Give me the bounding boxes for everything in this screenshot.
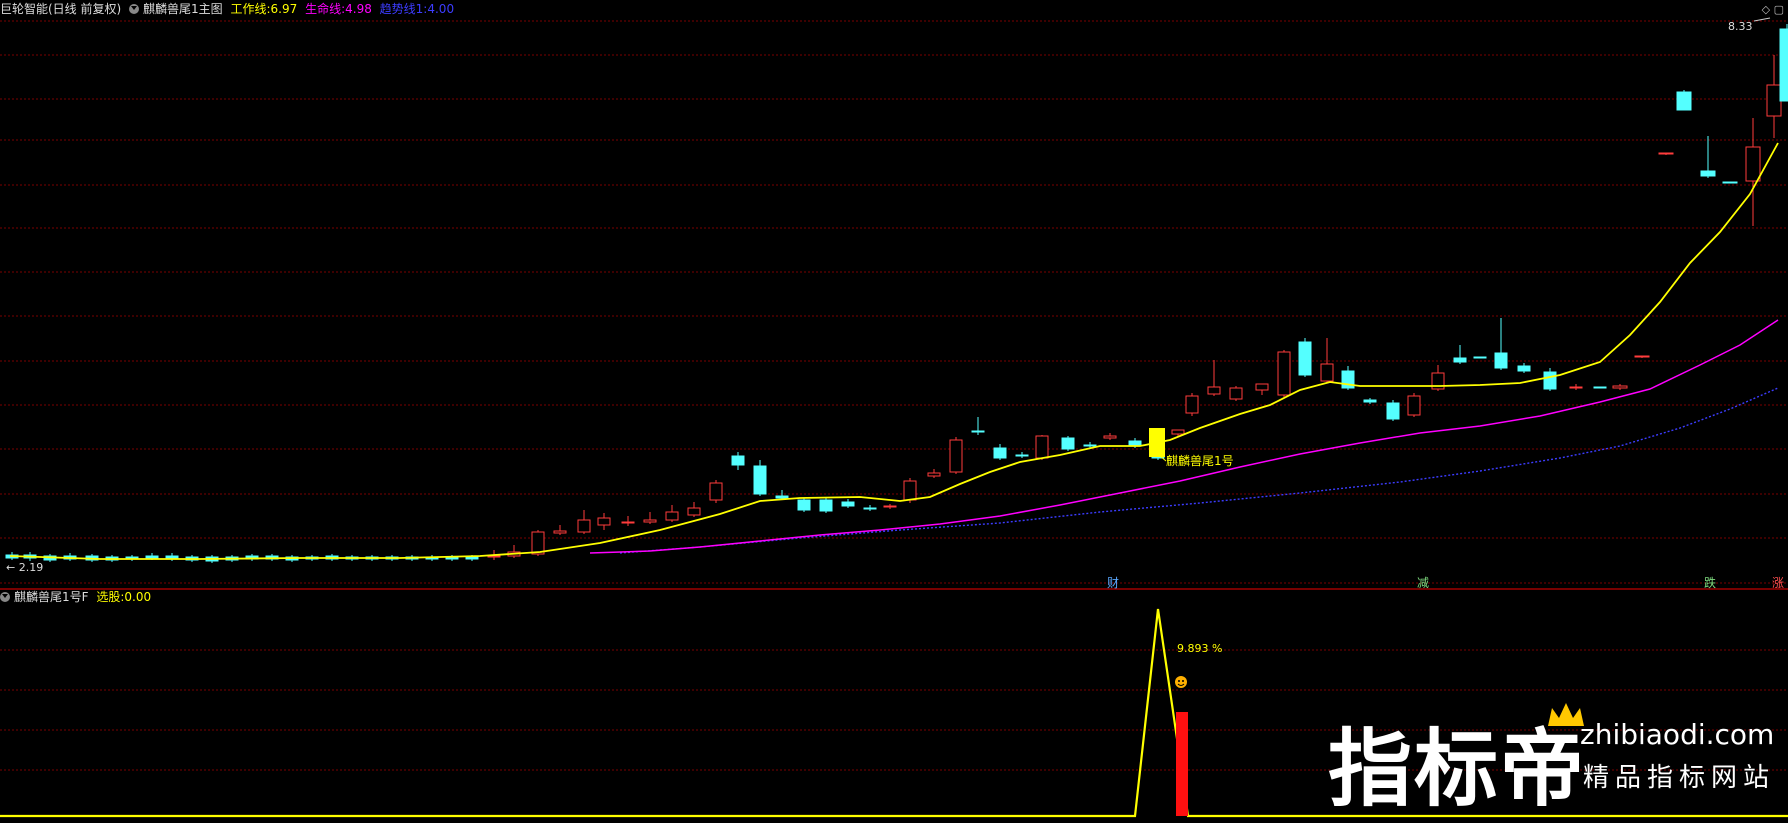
candle[interactable] [709, 482, 723, 501]
candle[interactable] [1722, 181, 1738, 184]
candle[interactable] [1255, 383, 1269, 391]
candle[interactable] [863, 507, 877, 510]
candle[interactable] [1766, 84, 1782, 117]
watermark-brand: 指标帝 [1328, 720, 1587, 818]
watermark-url: zhibiaodi.com [1580, 718, 1775, 751]
candle[interactable] [1473, 356, 1487, 359]
candle[interactable] [1015, 454, 1029, 457]
smiley-icon [1175, 676, 1187, 688]
candle[interactable] [1676, 91, 1692, 111]
candle[interactable] [927, 472, 941, 477]
candle[interactable] [1363, 399, 1377, 403]
candle[interactable] [1453, 357, 1467, 363]
candle[interactable] [665, 511, 679, 521]
event-marker-jian[interactable]: 减 [1417, 574, 1429, 591]
trend-line-1 [619, 387, 1779, 554]
candle[interactable] [643, 519, 657, 523]
candle[interactable] [903, 480, 917, 501]
select-volume-bar [1176, 712, 1188, 816]
candle[interactable] [531, 531, 545, 555]
candle[interactable] [1277, 351, 1291, 396]
candle[interactable] [971, 430, 985, 433]
select-value: 0.00 [124, 590, 152, 604]
candle[interactable] [621, 521, 635, 524]
candle[interactable] [753, 465, 767, 495]
left-arrow-icon: ← [6, 561, 16, 574]
candle[interactable] [1386, 402, 1400, 420]
candle[interactable] [797, 499, 811, 511]
candle[interactable] [1543, 371, 1557, 390]
candle[interactable] [1569, 386, 1583, 389]
candle[interactable] [819, 499, 833, 512]
candle[interactable] [993, 447, 1007, 459]
work-line [9, 142, 1779, 560]
candle[interactable] [465, 556, 479, 560]
smiley-eye-left [1178, 680, 1180, 682]
sub-indicator-name[interactable]: 麒麟兽尾1号F [14, 590, 89, 604]
smiley-eye-right [1182, 680, 1184, 682]
candle[interactable] [1407, 395, 1421, 416]
candle[interactable] [1061, 437, 1075, 450]
life-line [589, 319, 1779, 554]
percent-label: 9.893 % [1177, 642, 1223, 655]
candlestick-series[interactable] [5, 24, 1788, 563]
candle[interactable] [1185, 395, 1199, 414]
signal-candle[interactable] [1149, 428, 1165, 457]
candle[interactable] [841, 501, 855, 507]
event-marker-zhang[interactable]: 涨 [1772, 574, 1784, 591]
candle[interactable] [1320, 363, 1334, 382]
candle[interactable] [1035, 435, 1049, 459]
candle[interactable] [1779, 28, 1788, 102]
candle[interactable] [1612, 385, 1628, 389]
candle[interactable] [1171, 429, 1185, 435]
candle[interactable] [1298, 341, 1312, 376]
grid-lines [0, 20, 1788, 771]
candle[interactable] [687, 507, 701, 516]
low-price-value: 2.19 [18, 561, 44, 574]
kline-chart[interactable] [0, 0, 1788, 821]
candle[interactable] [1517, 365, 1531, 372]
candle[interactable] [1103, 435, 1117, 439]
watermark-tagline: 精品指标网站 [1583, 763, 1776, 793]
candle[interactable] [597, 517, 611, 526]
candle[interactable] [553, 530, 567, 534]
select-label: 选股: [96, 590, 125, 604]
low-price-label: ← 2.19 [6, 561, 43, 574]
candle[interactable] [731, 455, 745, 466]
event-marker-die[interactable]: 跌 [1704, 574, 1716, 591]
signal-text-label: 麒麟兽尾1号 [1166, 454, 1234, 468]
candle[interactable] [1658, 152, 1674, 155]
sub-indicator-menu-icon[interactable] [0, 592, 10, 602]
candle[interactable] [1634, 355, 1650, 358]
high-price-label: 8.33 [1728, 20, 1753, 33]
candle[interactable] [577, 519, 591, 533]
candle[interactable] [1229, 387, 1243, 400]
event-marker-cai[interactable]: 财 [1107, 574, 1119, 591]
candle[interactable] [1745, 146, 1761, 182]
candle[interactable] [775, 495, 789, 499]
candle[interactable] [1494, 352, 1508, 369]
sub-chart-header: 麒麟兽尾1号F 选股:0.00 [0, 589, 155, 605]
candle[interactable] [949, 439, 963, 473]
candle[interactable] [1593, 386, 1607, 389]
candle[interactable] [1083, 444, 1097, 447]
candle[interactable] [1207, 386, 1221, 395]
candle[interactable] [1700, 170, 1716, 177]
candle[interactable] [145, 555, 159, 559]
candle[interactable] [883, 505, 897, 508]
